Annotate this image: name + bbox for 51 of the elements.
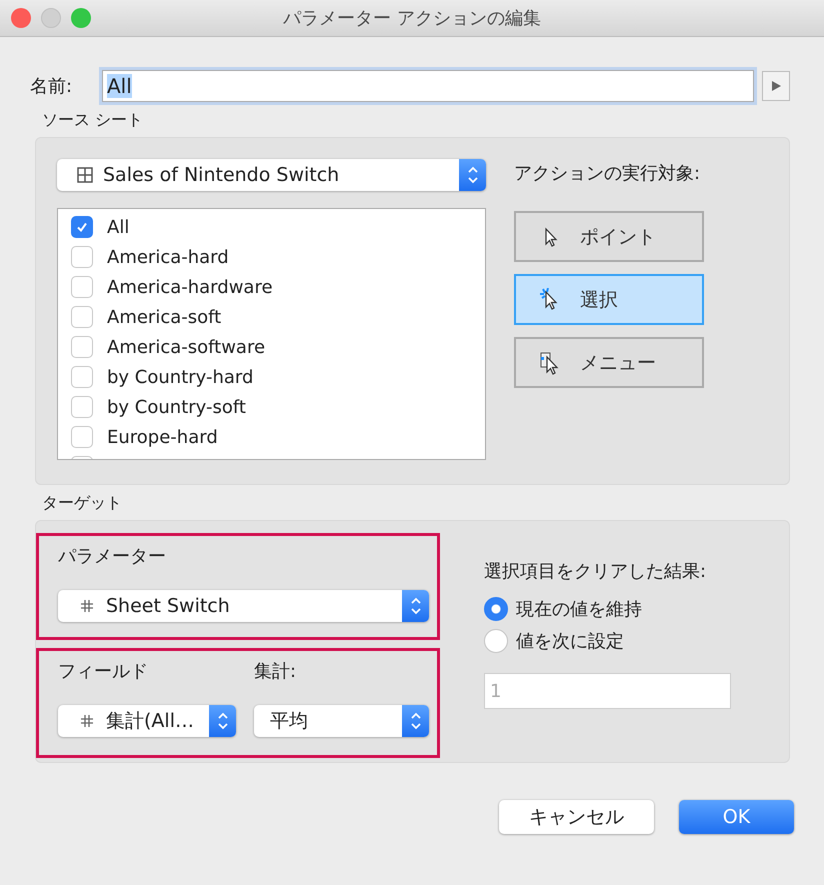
sheet-name: America-software xyxy=(107,336,266,358)
sheet-dropdown[interactable]: Sales of Nintendo Switch xyxy=(57,159,486,191)
checkbox[interactable] xyxy=(71,366,93,388)
sheet-name: America-hard xyxy=(107,246,229,268)
insert-button[interactable] xyxy=(762,71,790,101)
checkbox[interactable] xyxy=(71,396,93,418)
radio-label: 値を次に設定 xyxy=(516,630,624,653)
checkbox[interactable] xyxy=(71,276,93,298)
checkbox[interactable] xyxy=(71,426,93,448)
radio-button[interactable] xyxy=(484,597,508,621)
action-button[interactable]: メニュー xyxy=(514,337,704,388)
field-dropdown[interactable]: 集計(All… xyxy=(58,705,236,737)
stepper-icon xyxy=(402,705,429,737)
parameter-label: パラメーター xyxy=(58,545,167,569)
checkbox[interactable] xyxy=(71,306,93,328)
aggregation-label: 集計: xyxy=(254,660,298,684)
cancel-button[interactable]: キャンセル xyxy=(499,800,654,834)
clear-label: 選択項目をクリアした結果: xyxy=(484,560,708,583)
field-label: フィールド xyxy=(58,660,149,684)
stepper-icon xyxy=(402,590,429,622)
checkbox[interactable] xyxy=(71,246,93,268)
run-on-label: アクションの実行対象: xyxy=(514,162,702,186)
stepper-icon xyxy=(459,159,486,191)
sheet-name: Europe-hard xyxy=(107,426,218,448)
sheet-name: America-hardware xyxy=(107,276,273,298)
play-icon xyxy=(770,80,782,92)
checkmark-icon xyxy=(75,220,89,234)
stepper-icon xyxy=(209,705,236,737)
minimize-button[interactable] xyxy=(41,8,61,28)
sheet-name: by Country-soft xyxy=(107,396,246,418)
sheet-name: by Country-hard xyxy=(107,366,254,388)
radio-button[interactable] xyxy=(484,629,508,653)
close-button[interactable] xyxy=(11,8,31,28)
name-label: 名前: xyxy=(30,75,74,98)
sheet-name: All xyxy=(107,216,130,238)
section-label: ターゲット xyxy=(42,493,123,514)
radio-label: 現在の値を維持 xyxy=(516,598,642,621)
action-button[interactable]: 選択 xyxy=(514,274,704,325)
hash-icon xyxy=(80,599,94,613)
checkbox[interactable] xyxy=(71,336,93,358)
action-button[interactable]: ポイント xyxy=(514,211,704,262)
grid-icon xyxy=(77,167,93,183)
window-title: パラメーター アクションの編集 xyxy=(283,7,541,30)
zoom-button[interactable] xyxy=(71,8,91,28)
section-label: ソース シート xyxy=(42,110,144,131)
aggregation-dropdown[interactable]: 平均 xyxy=(254,705,429,737)
sheet-name: America-soft xyxy=(107,306,222,328)
name-field[interactable]: All xyxy=(102,70,754,102)
parameter-dropdown[interactable]: Sheet Switch xyxy=(58,590,429,622)
checkbox[interactable] xyxy=(71,216,93,238)
hash-icon xyxy=(80,714,94,728)
